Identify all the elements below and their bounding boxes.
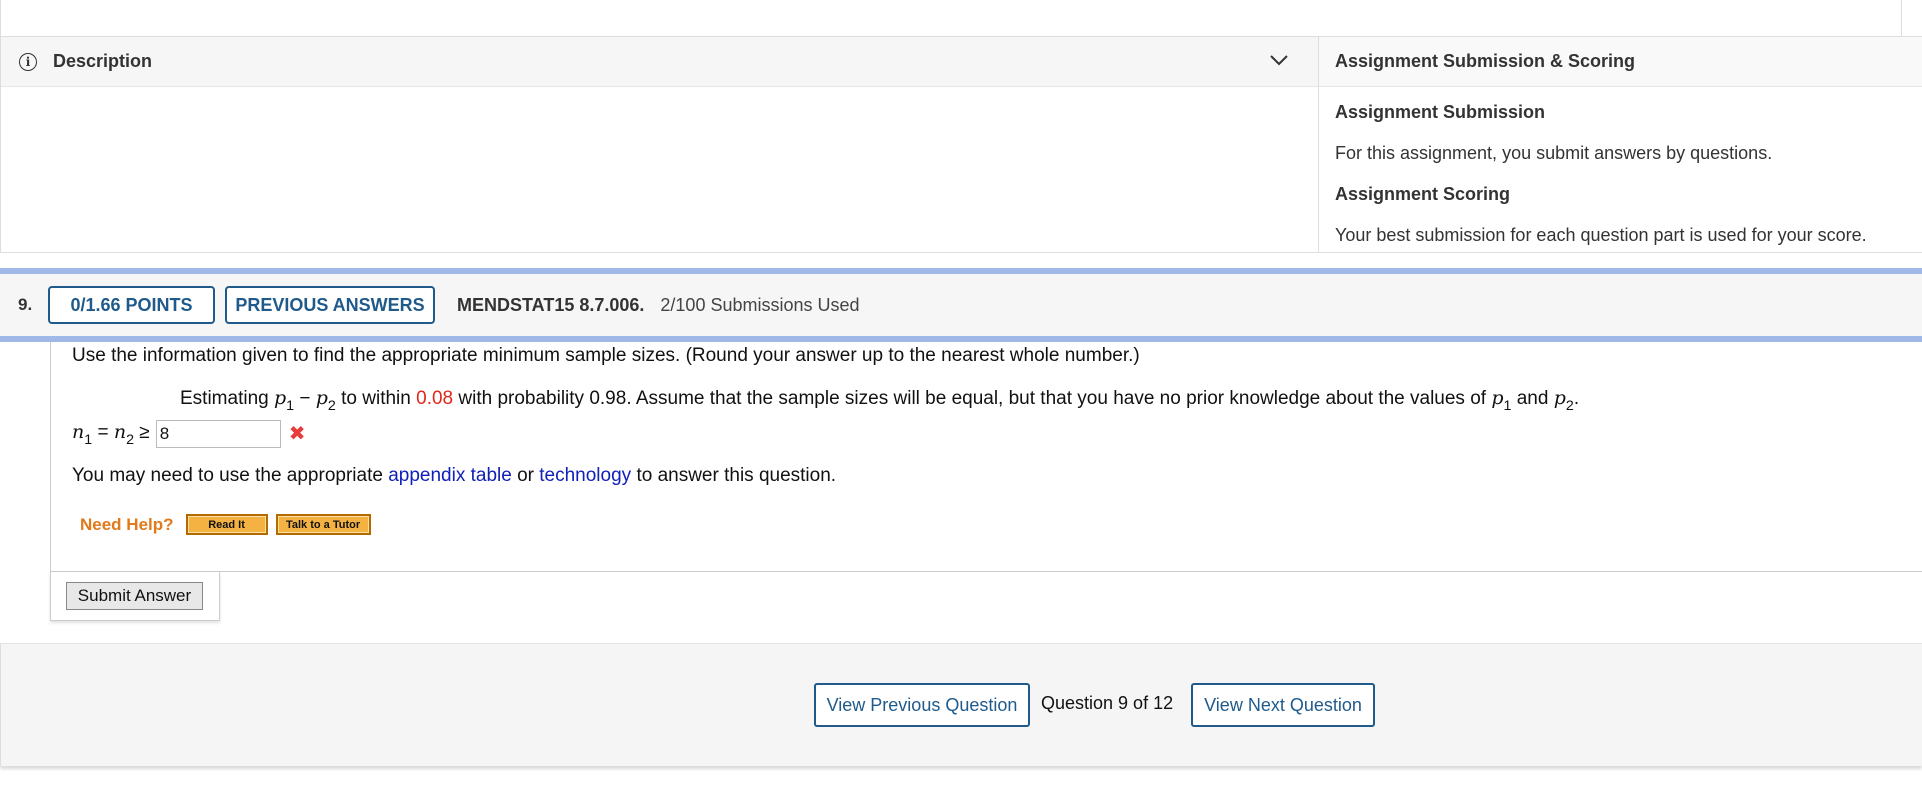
question-counter: Question 9 of 12 <box>1041 693 1174 713</box>
appendix-note: You may need to use the appropriate appe… <box>72 462 836 490</box>
scoring-body: Assignment Submission For this assignmen… <box>1319 95 1922 259</box>
description-panel: i Description <box>1 37 1319 252</box>
submit-area: Submit Answer <box>50 572 220 621</box>
answer-input[interactable] <box>155 420 281 448</box>
problem-and: and <box>1511 388 1554 409</box>
incorrect-icon: ✖ <box>288 423 306 445</box>
answer-row: n1 = n2 ≥ ✖ <box>72 418 306 450</box>
question-content: Use the information given to find the ap… <box>50 342 1922 572</box>
description-header[interactable]: i Description <box>1 37 1318 87</box>
question-code: MENDSTAT15 8.7.006. <box>457 294 645 315</box>
divider <box>1901 0 1902 37</box>
submit-answer-button[interactable]: Submit Answer <box>66 582 203 610</box>
view-next-question-button[interactable]: View Next Question <box>1191 683 1375 727</box>
question-header-bar: 9. 0/1.66 POINTS PREVIOUS ANSWERS MENDST… <box>0 268 1922 342</box>
answer-label: n1 = n2 ≥ <box>72 420 150 448</box>
appendix-table-link[interactable]: appendix table <box>388 465 512 486</box>
info-icon: i <box>19 52 37 71</box>
submission-text: For this assignment, you submit answers … <box>1335 143 1773 163</box>
scoring-panel: Assignment Submission & Scoring Assignme… <box>1319 37 1922 252</box>
scoring-text: Your best submission for each question p… <box>1335 225 1867 245</box>
points-button[interactable]: 0/1.66 POINTS <box>48 286 215 324</box>
view-previous-question-button[interactable]: View Previous Question <box>814 683 1030 727</box>
talk-to-tutor-button[interactable]: Talk to a Tutor <box>275 514 371 535</box>
problem-within: to within <box>335 388 417 409</box>
question-problem: Estimating p1 − p2 to within 0.08 with p… <box>180 387 1580 414</box>
question-number: 9. <box>18 295 33 314</box>
problem-prefix: Estimating <box>180 388 274 409</box>
read-it-button[interactable]: Read It <box>185 514 268 535</box>
margin-value: 0.08 <box>416 388 454 409</box>
problem-end: . <box>1573 388 1580 409</box>
question-navigation: View Previous Question Question 9 of 12 … <box>0 643 1922 766</box>
description-title: Description <box>53 51 153 71</box>
appendix-outro: to answer this question. <box>631 465 837 486</box>
previous-answers-button[interactable]: PREVIOUS ANSWERS <box>225 286 435 324</box>
top-strip <box>0 0 1922 37</box>
technology-link[interactable]: technology <box>539 465 631 486</box>
help-row: Need Help? Read It Talk to a Tutor <box>80 514 379 535</box>
question-instruction: Use the information given to find the ap… <box>72 345 1140 366</box>
info-area: i Description Assignment Submission & Sc… <box>0 37 1922 253</box>
need-help-label: Need Help? <box>80 514 174 534</box>
appendix-intro: You may need to use the appropriate <box>72 465 389 486</box>
scoring-title: Assignment Submission & Scoring <box>1319 37 1922 87</box>
or-text: or <box>511 465 540 486</box>
chevron-down-icon[interactable] <box>1269 53 1289 67</box>
problem-rest: with probability 0.98. Assume that the s… <box>453 388 1492 409</box>
submission-heading: Assignment Submission <box>1335 102 1546 122</box>
scoring-heading: Assignment Scoring <box>1335 184 1511 204</box>
submissions-used: 2/100 Submissions Used <box>660 294 860 315</box>
